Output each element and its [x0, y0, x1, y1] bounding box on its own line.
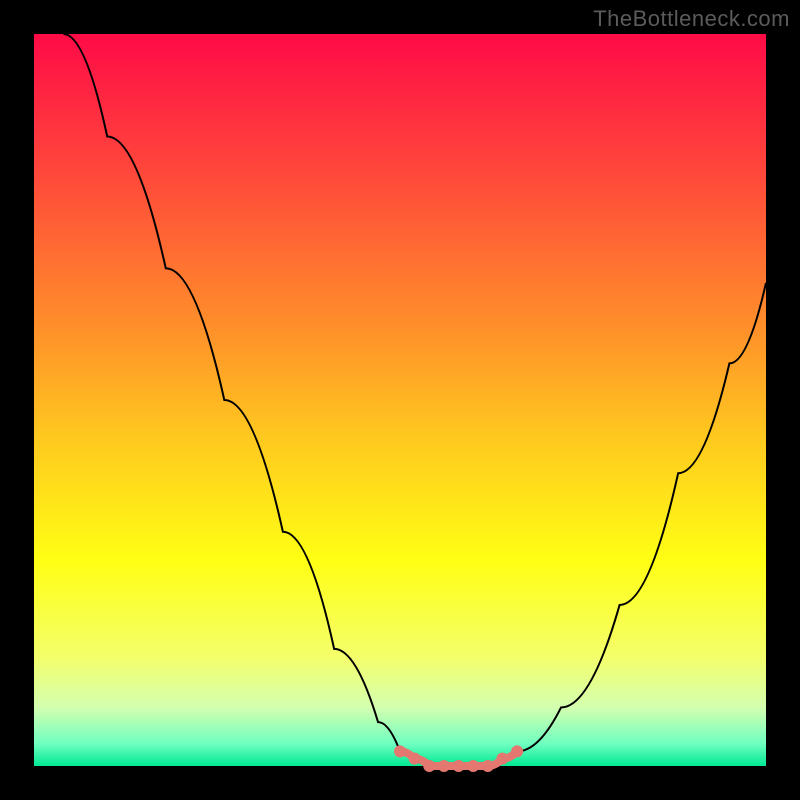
- highlight-dot: [438, 760, 450, 772]
- highlight-dot: [409, 753, 421, 765]
- highlight-dot: [394, 745, 406, 757]
- chart-frame: TheBottleneck.com: [0, 0, 800, 800]
- highlight-dot: [482, 760, 494, 772]
- plot-background: [34, 34, 766, 766]
- highlight-dot: [453, 760, 465, 772]
- highlight-dot: [467, 760, 479, 772]
- watermark-label: TheBottleneck.com: [593, 6, 790, 32]
- bottleneck-chart: [0, 0, 800, 800]
- highlight-dot: [496, 753, 508, 765]
- highlight-dot: [423, 760, 435, 772]
- highlight-dot: [511, 745, 523, 757]
